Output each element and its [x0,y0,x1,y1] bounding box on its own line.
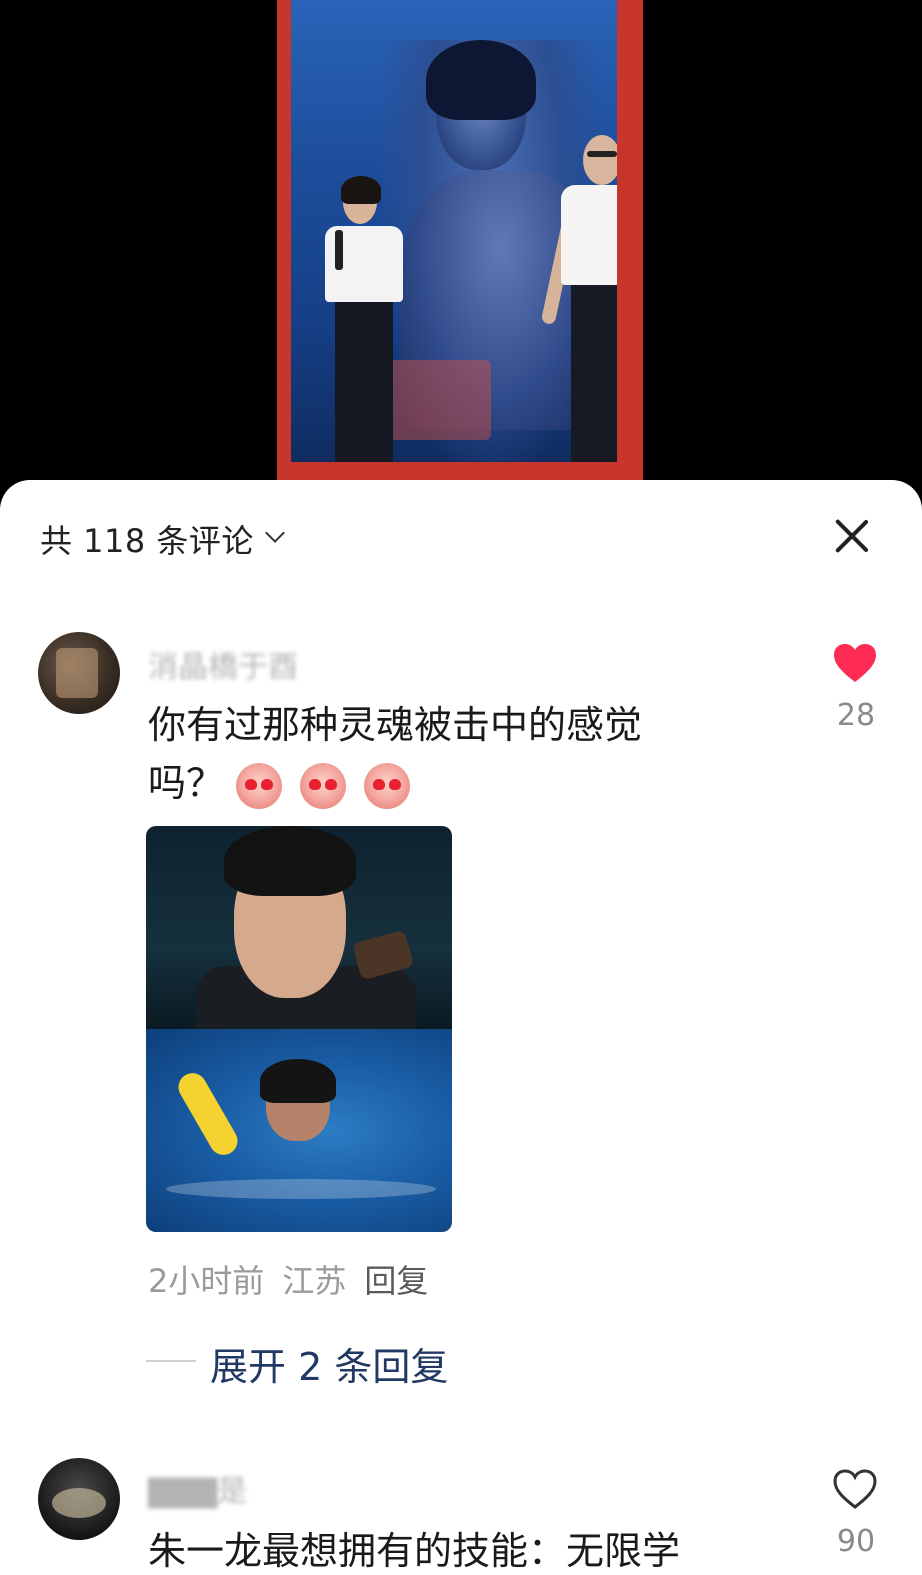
person-left [321,176,403,462]
expand-divider [146,1360,196,1362]
comment-count-button[interactable]: 共 118 条评论 [40,516,254,562]
comment-image-bottom [146,1029,452,1232]
comment-text-line: 朱一龙最想拥有的技能：无限学 [148,1529,681,1573]
chevron-down-icon[interactable] [265,523,285,543]
comment-count-label: 共 118 条评论 [40,522,254,560]
heart-eyes-peach-emoji [236,762,283,809]
comment-text-line: 吗？ [148,754,788,812]
expand-replies-button[interactable]: 展开 2 条回复 [210,1336,448,1391]
comment-text-line: 你有过那种灵魂被击中的感觉 [148,703,643,747]
comment-location: 江苏 [282,1262,347,1300]
video-image [291,0,617,462]
poster-figure-hair [426,40,536,120]
video-player[interactable] [0,0,922,500]
heart-filled-icon[interactable] [832,642,878,684]
comment-username[interactable]: 消晶橋于酉 [148,642,298,686]
video-frame [277,0,643,480]
comment-image[interactable] [146,826,452,1232]
comment-text: 你有过那种灵魂被击中的感觉 吗？ [148,696,788,812]
comment-sheet: 共 118 条评论 消晶橋于酉 28 你有过那种灵魂被击中的感觉 吗？ 2小时前… [0,480,922,1575]
comment-image-top [146,826,452,1036]
comment-username[interactable]: ▇▇▇是 [148,1466,247,1510]
heart-eyes-peach-emoji [364,762,411,809]
heart-eyes-peach-emoji [300,762,347,809]
like-count: 90 [836,1524,876,1559]
reply-button[interactable]: 回复 [364,1262,428,1300]
comment-time: 2小时前 [148,1262,265,1300]
comment-text-tail: 吗？ [148,761,225,805]
comment-sheet-header: 共 118 条评论 [0,480,922,590]
close-button[interactable] [830,514,874,558]
person-right [540,135,617,462]
comment-meta: 2小时前 江苏 回复 [148,1256,428,1302]
avatar[interactable] [38,1458,120,1540]
avatar[interactable] [38,632,120,714]
comment-text: 朱一龙最想拥有的技能：无限学 [148,1522,788,1575]
like-count: 28 [836,698,876,733]
heart-outline-icon[interactable] [832,1468,878,1510]
